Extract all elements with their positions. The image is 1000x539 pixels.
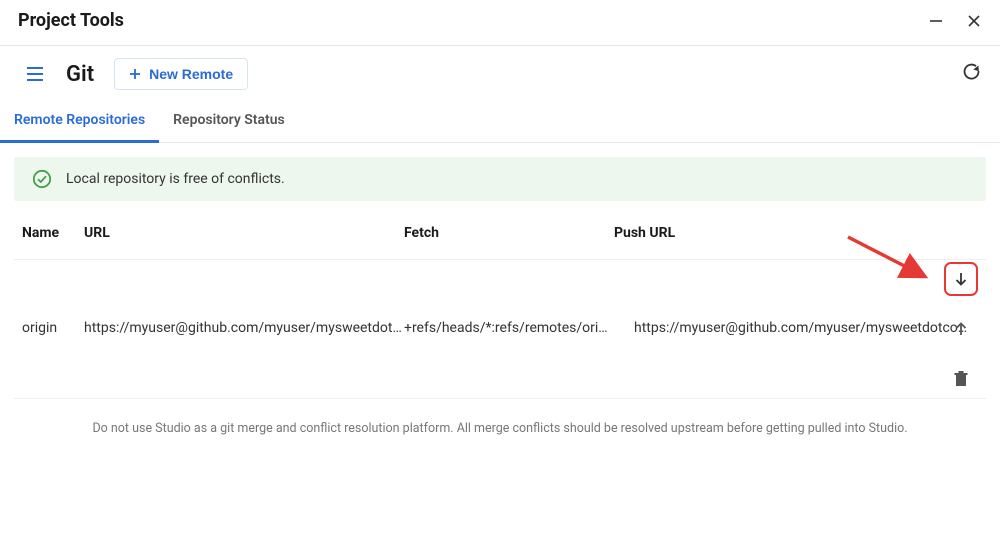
tabs: Remote Repositories Repository Status — [0, 100, 1000, 143]
delete-button[interactable] — [944, 362, 978, 396]
tab-remote-repositories[interactable]: Remote Repositories — [14, 100, 145, 142]
page-title: Git — [66, 62, 94, 87]
refresh-button[interactable] — [962, 62, 982, 86]
status-banner: Local repository is free of conflicts. — [14, 157, 986, 201]
toolbar: Git New Remote — [0, 46, 1000, 100]
toolbar-left: Git New Remote — [26, 58, 248, 90]
window-title: Project Tools — [18, 10, 124, 31]
cell-fetch: +refs/heads/*:refs/remotes/origin/* — [404, 320, 614, 336]
refresh-icon — [962, 62, 982, 82]
push-button[interactable] — [944, 312, 978, 346]
titlebar: Project Tools — [0, 0, 1000, 46]
table-body: origin https://myuser@github.com/myuser/… — [14, 260, 986, 399]
menu-icon[interactable] — [26, 66, 46, 82]
status-message: Local repository is free of conflicts. — [66, 171, 285, 187]
footer-note: Do not use Studio as a git merge and con… — [14, 399, 986, 436]
new-remote-label: New Remote — [149, 66, 233, 82]
content: Local repository is free of conflicts. N… — [0, 143, 1000, 450]
th-fetch: Fetch — [404, 225, 614, 241]
th-name: Name — [22, 225, 84, 241]
close-icon[interactable] — [966, 13, 982, 29]
tab-repository-status[interactable]: Repository Status — [173, 100, 285, 142]
trash-icon — [953, 370, 969, 388]
arrow-up-icon — [952, 320, 970, 338]
plus-icon — [129, 68, 141, 80]
cell-name: origin — [22, 320, 84, 336]
new-remote-button[interactable]: New Remote — [114, 58, 248, 90]
remotes-table: Name URL Fetch Push URL origin https://m… — [14, 207, 986, 399]
th-push: Push URL — [614, 225, 918, 241]
window-controls — [928, 13, 982, 29]
minimize-icon[interactable] — [928, 13, 944, 29]
arrow-down-icon — [952, 270, 970, 288]
pull-button[interactable] — [944, 262, 978, 296]
cell-push: https://myuser@github.com/myuser/mysweet… — [614, 320, 978, 336]
table-header: Name URL Fetch Push URL — [14, 207, 986, 260]
table-row: origin https://myuser@github.com/myuser/… — [14, 260, 986, 399]
row-actions — [944, 262, 978, 396]
check-circle-icon — [32, 169, 52, 189]
th-actions — [918, 225, 978, 241]
cell-url: https://myuser@github.com/myuser/mysweet… — [84, 320, 404, 336]
th-url: URL — [84, 225, 404, 241]
